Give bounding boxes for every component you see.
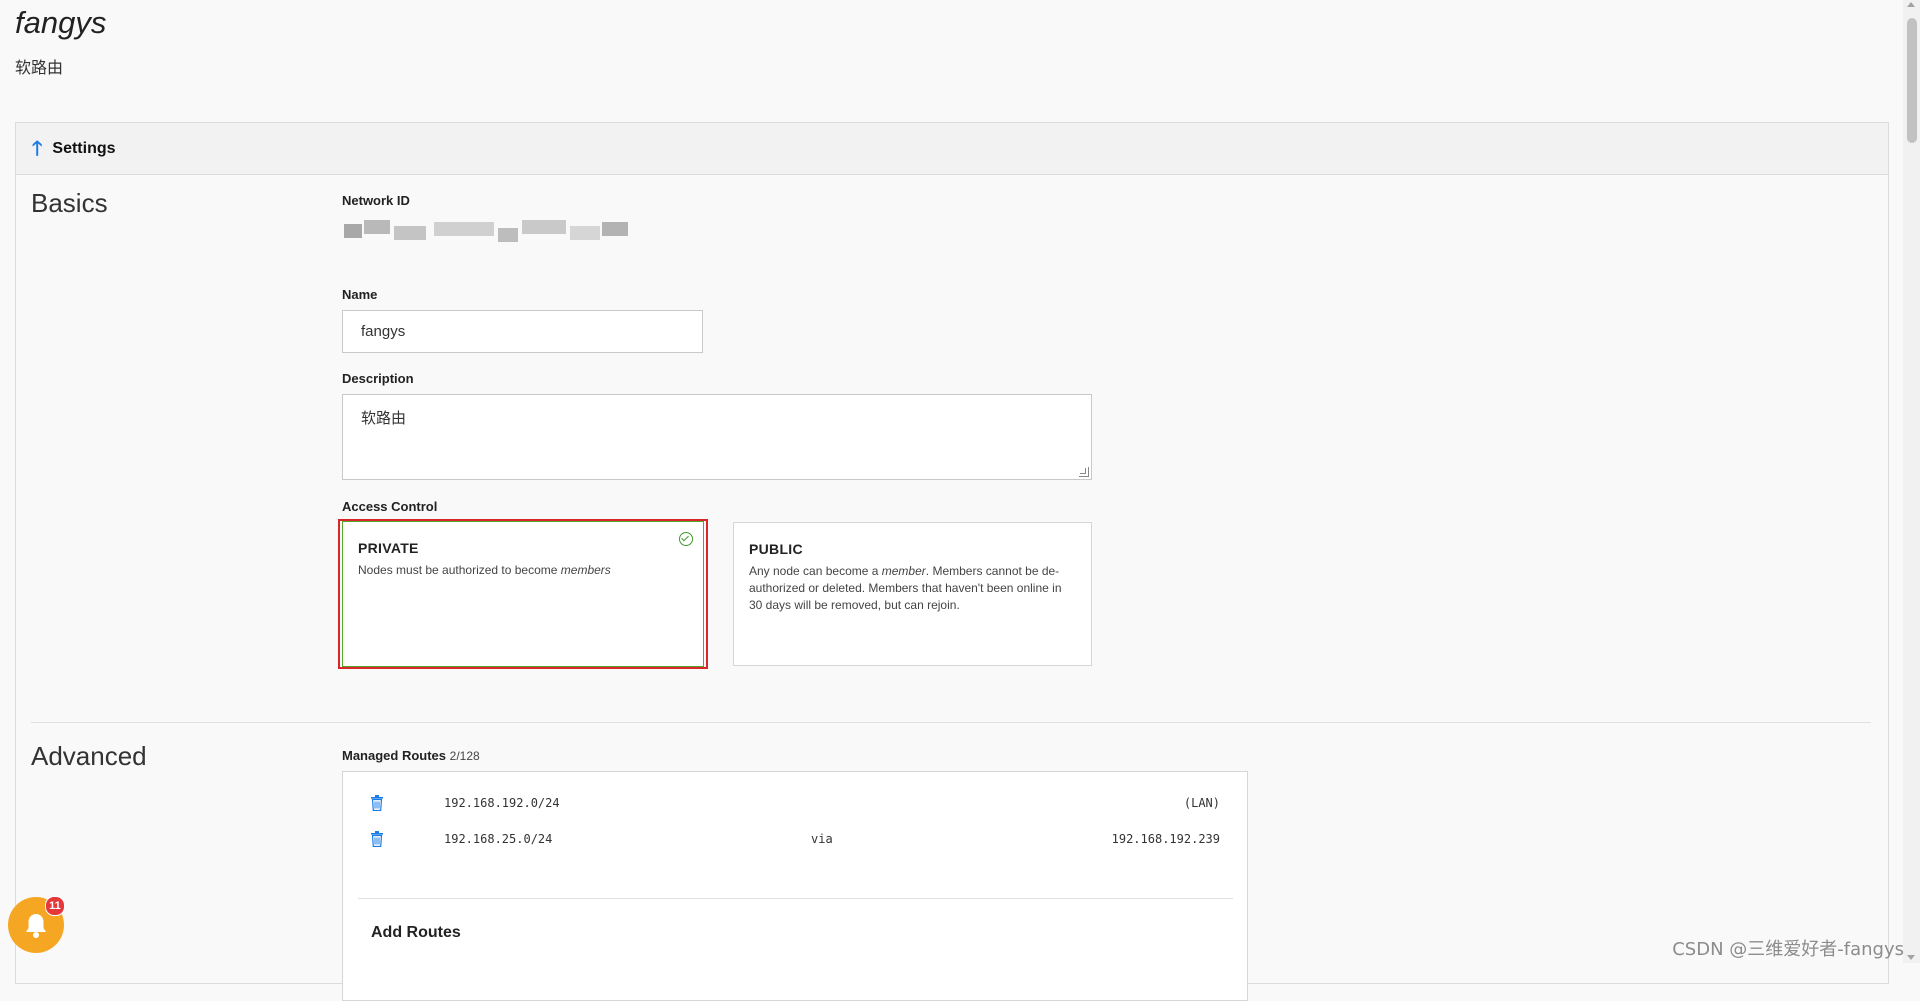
notification-badge: 11: [45, 896, 65, 916]
description-label: Description: [342, 371, 414, 386]
public-title: PUBLIC: [749, 541, 803, 557]
route-destination: 192.168.25.0/24: [444, 832, 553, 846]
access-private-option[interactable]: PRIVATE Nodes must be authorized to beco…: [342, 521, 704, 667]
scroll-up-icon[interactable]: [1907, 2, 1915, 7]
page-title: fangys: [15, 5, 107, 40]
description-text: 软路由: [361, 409, 407, 427]
section-divider: [31, 722, 1871, 723]
name-label: Name: [342, 287, 378, 302]
add-routes-heading: Add Routes: [371, 924, 461, 941]
access-public-option[interactable]: PUBLIC Any node can become a member. Mem…: [733, 522, 1092, 666]
description-field[interactable]: 软路由: [342, 394, 1092, 480]
trash-icon[interactable]: [371, 831, 383, 847]
trash-icon[interactable]: [371, 795, 383, 811]
settings-header-label: Settings: [52, 139, 116, 157]
public-description: Any node can become a member. Members ca…: [749, 564, 1062, 612]
route-target: 192.168.192.239: [1111, 832, 1220, 846]
managed-routes-count: 2/128: [449, 749, 480, 763]
advanced-section-title: Advanced: [31, 741, 147, 771]
scroll-down-icon[interactable]: [1907, 955, 1915, 960]
vertical-scrollbar[interactable]: [1903, 0, 1920, 963]
notification-button[interactable]: 11: [8, 896, 65, 953]
check-circle-icon: [679, 532, 693, 546]
settings-toggle[interactable]: 🡑 Settings: [16, 123, 1888, 175]
route-via: via: [811, 832, 833, 846]
access-control-label: Access Control: [342, 499, 438, 514]
managed-routes-label: Managed Routes 2/128: [342, 748, 480, 763]
csdn-watermark: CSDN @三维爱好者-fangys: [1672, 939, 1904, 960]
scroll-thumb[interactable]: [1907, 18, 1917, 143]
route-destination: 192.168.192.0/24: [444, 796, 560, 810]
route-row: 192.168.192.0/24 (LAN): [343, 793, 1247, 817]
route-row: 192.168.25.0/24 via 192.168.192.239: [343, 829, 1247, 853]
arrow-up-icon: 🡑: [32, 137, 43, 160]
private-title: PRIVATE: [358, 540, 419, 556]
routes-box: 192.168.192.0/24 (LAN) 192.168.25.0/24 v…: [342, 771, 1248, 1001]
name-field[interactable]: fangys: [342, 310, 703, 353]
private-description: Nodes must be authorized to become membe…: [358, 563, 611, 577]
page-subtitle: 软路由: [15, 58, 64, 77]
network-id-label: Network ID: [342, 193, 410, 208]
bell-icon: [26, 914, 46, 938]
basics-section-title: Basics: [31, 188, 108, 218]
routes-divider: [358, 898, 1233, 899]
network-id-value: [342, 214, 632, 248]
resize-grip-icon[interactable]: [1079, 467, 1089, 477]
route-target: (LAN): [1183, 796, 1220, 810]
